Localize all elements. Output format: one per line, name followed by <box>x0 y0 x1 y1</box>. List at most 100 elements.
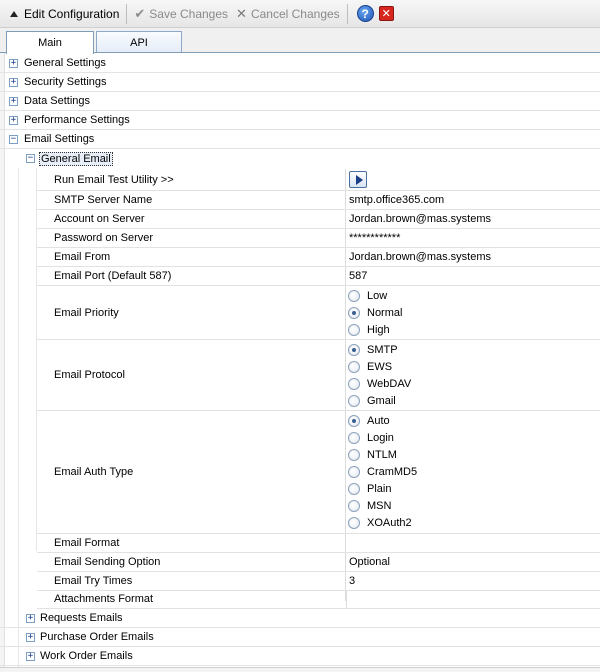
expand-plus-icon[interactable]: + <box>9 115 18 125</box>
checkmark-icon: ✔ <box>134 5 146 21</box>
collapse-minus-icon[interactable]: − <box>9 134 18 144</box>
radio-label: EWS <box>367 360 393 373</box>
radio-option[interactable]: NTLM <box>348 446 417 463</box>
radio-button[interactable] <box>348 323 360 336</box>
radio-option[interactable]: WebDAV <box>348 375 411 392</box>
property-name: Email Sending Option <box>54 556 161 568</box>
edit-configuration-button[interactable]: Edit Configuration <box>0 2 123 26</box>
column-divider <box>346 590 347 609</box>
expand-plus-icon[interactable]: + <box>9 96 18 106</box>
property-row-protocol: Email Protocol SMTP EWS WebDAV Gmail <box>37 340 600 411</box>
property-value <box>346 169 600 190</box>
tree-node-general-email[interactable]: − General Email <box>0 149 600 168</box>
radio-option[interactable]: Login <box>348 429 417 446</box>
tree-node-email-settings[interactable]: − Email Settings <box>0 130 600 149</box>
account-input[interactable]: Jordan.brown@mas.systems <box>346 210 600 228</box>
tree-node-general-settings[interactable]: + General Settings <box>0 54 600 73</box>
radio-button[interactable] <box>348 289 360 302</box>
radio-label: Low <box>367 289 388 302</box>
tree-node-work-order-emails[interactable]: + Work Order Emails <box>0 647 600 666</box>
cancel-changes-button[interactable]: ✕ Cancel Changes <box>232 2 344 26</box>
property-row-email-from: Email From Jordan.brown@mas.systems <box>37 248 600 267</box>
radio-option[interactable]: CramMD5 <box>348 463 417 480</box>
expand-plus-icon[interactable]: + <box>26 651 35 661</box>
radio-button[interactable] <box>348 499 360 512</box>
property-row-sending-option: Email Sending Option Optional <box>37 553 600 572</box>
radio-option[interactable]: High <box>348 321 402 338</box>
protocol-radio-group: SMTP EWS WebDAV Gmail <box>348 341 411 409</box>
collapse-minus-icon[interactable]: − <box>26 154 35 163</box>
save-changes-button[interactable]: ✔ Save Changes <box>130 2 232 26</box>
tree-node-label: Requests Emails <box>40 612 123 624</box>
tree-node-label: Performance Settings <box>24 114 130 126</box>
radio-label: XOAuth2 <box>367 516 412 529</box>
tree-node-label: Data Settings <box>24 95 91 107</box>
radio-label: Plain <box>367 482 392 495</box>
radio-option[interactable]: EWS <box>348 358 411 375</box>
radio-button[interactable] <box>348 448 360 461</box>
help-icon[interactable]: ? <box>356 5 374 22</box>
expand-plus-icon[interactable]: + <box>26 632 35 642</box>
run-test-button[interactable] <box>349 171 367 188</box>
radio-option[interactable]: Normal <box>348 304 402 321</box>
expand-plus-icon[interactable]: + <box>26 613 35 623</box>
radio-button-selected[interactable] <box>348 414 360 427</box>
property-name: Email From <box>54 251 111 263</box>
tree-node-label: Email Settings <box>24 133 95 145</box>
property-name: Email Format <box>54 537 120 549</box>
smtp-server-input[interactable]: smtp.office365.com <box>346 191 600 209</box>
tree-node-purchase-order-emails[interactable]: + Purchase Order Emails <box>0 628 600 647</box>
settings-tree: + General Settings + Security Settings +… <box>0 53 600 672</box>
property-row-smtp-server: SMTP Server Name smtp.office365.com <box>37 191 600 210</box>
edit-configuration-label: Edit Configuration <box>24 6 120 21</box>
radio-button[interactable] <box>348 465 360 478</box>
bottom-border <box>0 667 600 672</box>
tree-node-security-settings[interactable]: + Security Settings <box>0 73 600 92</box>
expand-plus-icon[interactable]: + <box>9 58 18 68</box>
property-row-auth-type: Email Auth Type Auto Login NTLM CramMD5 … <box>37 411 600 534</box>
radio-option[interactable]: SMTP <box>348 341 411 358</box>
property-name: Email Protocol <box>54 369 125 381</box>
toolbar-separator <box>126 3 128 24</box>
cancel-changes-label: Cancel Changes <box>250 6 340 21</box>
tree-node-performance-settings[interactable]: + Performance Settings <box>0 111 600 130</box>
radio-button[interactable] <box>348 377 360 390</box>
radio-button[interactable] <box>348 482 360 495</box>
expand-plus-icon[interactable]: + <box>9 77 18 87</box>
radio-label: Auto <box>367 414 390 427</box>
tree-node-label: General Settings <box>24 57 106 69</box>
radio-option[interactable]: XOAuth2 <box>348 514 417 531</box>
radio-option[interactable]: MSN <box>348 497 417 514</box>
email-from-input[interactable]: Jordan.brown@mas.systems <box>346 248 600 266</box>
radio-option[interactable]: Plain <box>348 480 417 497</box>
radio-label: Login <box>367 431 394 444</box>
try-times-input[interactable]: 3 <box>346 572 600 590</box>
radio-button[interactable] <box>348 360 360 373</box>
radio-button[interactable] <box>348 431 360 444</box>
password-input[interactable]: ************ <box>346 229 600 247</box>
property-row-email-format: Email Format <box>37 534 600 553</box>
radio-button[interactable] <box>348 394 360 407</box>
radio-button-selected[interactable] <box>348 343 360 356</box>
email-format-input[interactable] <box>346 534 600 552</box>
radio-option[interactable]: Low <box>348 287 402 304</box>
tree-node-label: Work Order Emails <box>40 650 133 662</box>
radio-button[interactable] <box>348 516 360 529</box>
radio-option[interactable]: Gmail <box>348 392 411 409</box>
tab-main[interactable]: Main <box>6 31 94 54</box>
close-icon[interactable]: ✕ <box>378 6 394 21</box>
tab-api[interactable]: API <box>96 31 182 53</box>
sending-option-input[interactable]: Optional <box>346 553 600 571</box>
tree-node-data-settings[interactable]: + Data Settings <box>0 92 600 111</box>
radio-label: SMTP <box>367 343 398 356</box>
property-name: Email Auth Type <box>54 466 134 478</box>
property-row-email-port: Email Port (Default 587) 587 <box>37 267 600 286</box>
property-row-password: Password on Server ************ <box>37 229 600 248</box>
auth-radio-group: Auto Login NTLM CramMD5 Plain MSN XOAuth… <box>348 412 417 531</box>
tree-node-requests-emails[interactable]: + Requests Emails <box>0 609 600 628</box>
radio-button-selected[interactable] <box>348 306 360 319</box>
priority-radio-group: Low Normal High <box>348 287 402 338</box>
toolbar: Edit Configuration ✔ Save Changes ✕ Canc… <box>0 0 600 28</box>
email-port-input[interactable]: 587 <box>346 267 600 285</box>
radio-option[interactable]: Auto <box>348 412 417 429</box>
